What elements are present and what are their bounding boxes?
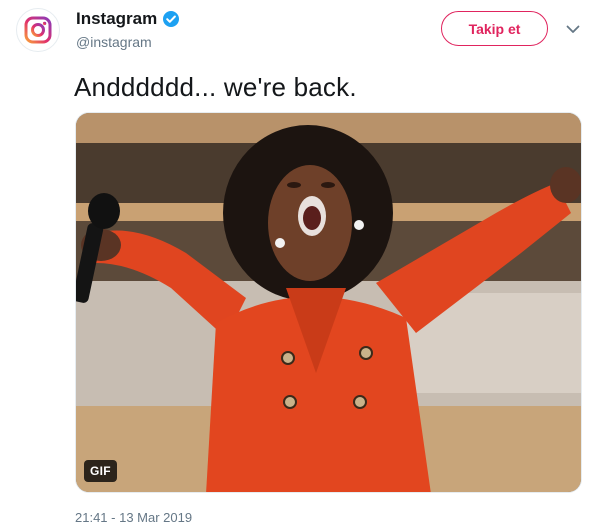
author-display-name[interactable]: Instagram — [76, 9, 157, 29]
tweet-timestamp[interactable]: 21:41 - 13 Mar 2019 — [75, 510, 192, 525]
avatar[interactable] — [16, 8, 60, 52]
gif-badge: GIF — [84, 460, 117, 482]
tweet-media-gif[interactable]: GIF — [75, 112, 582, 493]
follow-button[interactable]: Takip et — [441, 11, 548, 46]
more-options-button[interactable] — [564, 22, 582, 36]
gif-image — [76, 113, 581, 492]
tweet-card: Instagram @instagram Takip et Andddddd..… — [0, 0, 600, 531]
tweet-text: Andddddd... we're back. — [74, 72, 357, 102]
author-handle[interactable]: @instagram — [76, 34, 180, 50]
verified-badge-icon — [162, 10, 180, 28]
author-block[interactable]: Instagram @instagram — [76, 8, 180, 50]
instagram-logo-icon — [24, 16, 52, 44]
chevron-down-icon — [566, 25, 580, 33]
